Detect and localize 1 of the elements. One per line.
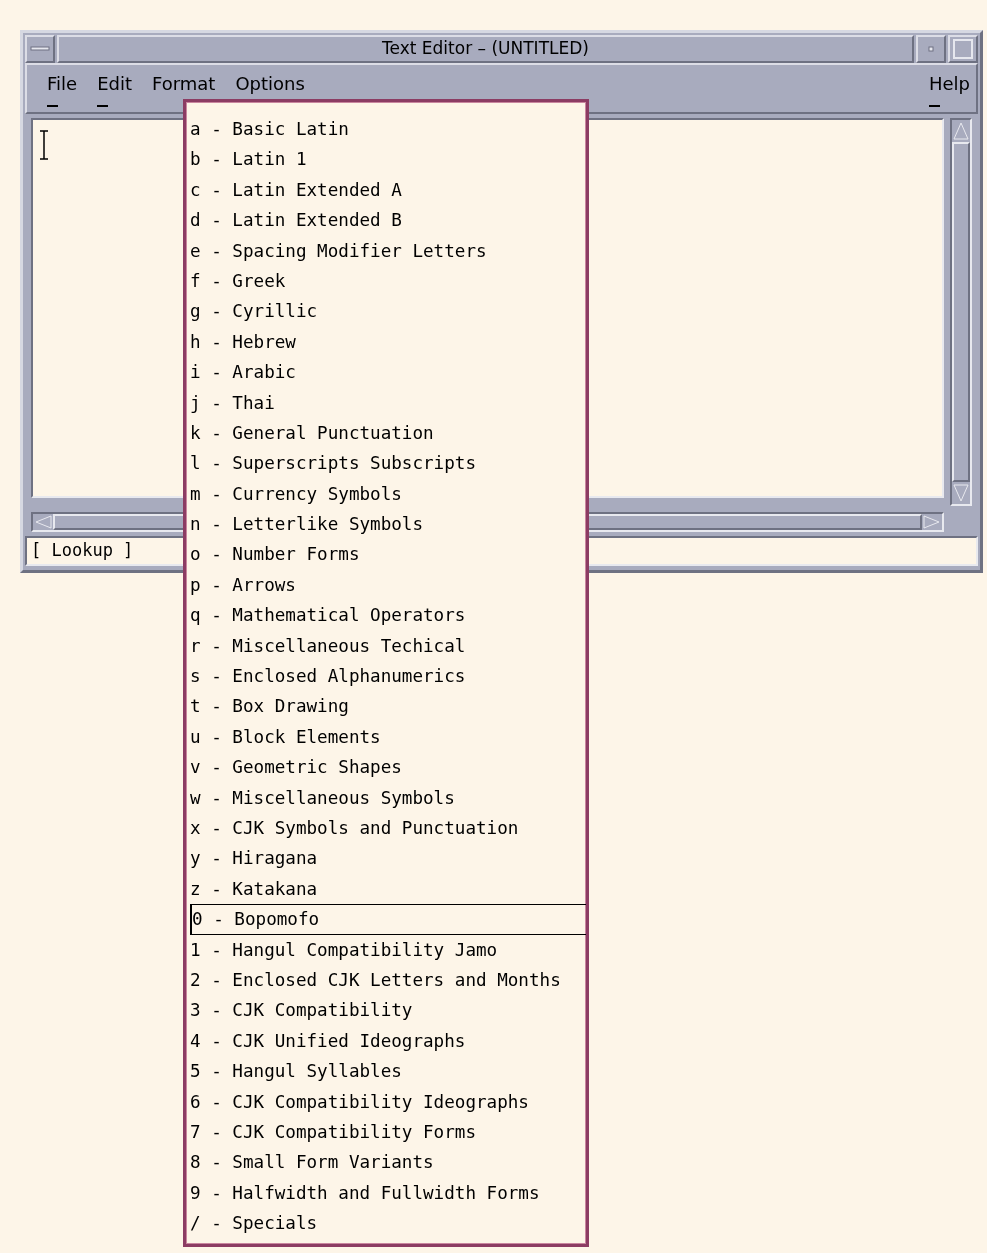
window-title: Text Editor – (UNTITLED)	[57, 35, 914, 63]
